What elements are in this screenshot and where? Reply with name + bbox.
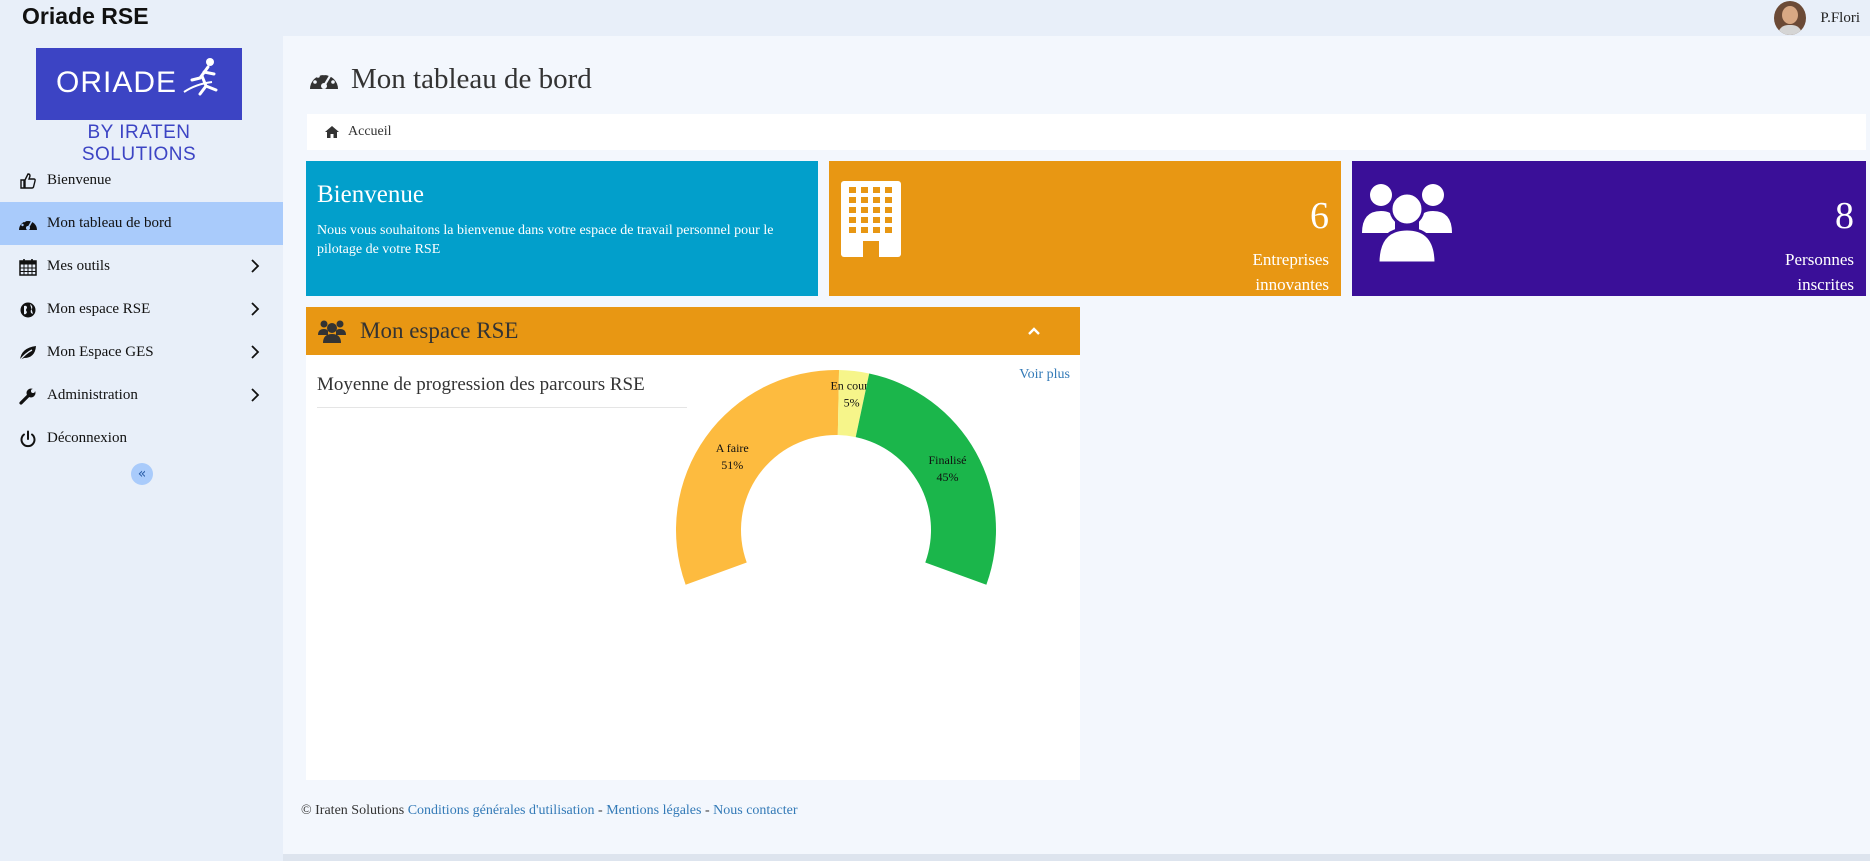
footer-link-cgu[interactable]: Conditions générales d'utilisation <box>408 803 595 818</box>
sidebar-nav: Bienvenue Mon tableau de bord Mes outils… <box>0 159 283 460</box>
rse-panel-title: Mon espace RSE <box>360 318 519 343</box>
companies-tile[interactable]: 6 Entreprises innovantes <box>829 161 1341 296</box>
people-tile[interactable]: 8 Personnes inscrites <box>1352 161 1866 296</box>
people-label-line1: Personnes <box>1785 250 1854 269</box>
runner-icon <box>183 58 218 96</box>
username[interactable]: P.Flori <box>1820 10 1860 27</box>
companies-label-line2: innovantes <box>1255 275 1329 294</box>
app-title: Oriade RSE <box>22 3 149 29</box>
main-content: Mon tableau de bord Accueil Bienvenue No… <box>283 36 1870 854</box>
globe-icon <box>18 300 38 320</box>
gauge-label-name: A faire <box>716 441 749 455</box>
logo-box: ORIADE <box>36 48 242 120</box>
welcome-tile: Bienvenue Nous vous souhaitons la bienve… <box>306 161 818 296</box>
sidebar-collapse-button[interactable]: « <box>131 463 153 485</box>
gauge-slice-0[interactable] <box>676 369 840 585</box>
people-label: Personnes inscrites <box>1785 247 1854 297</box>
people-count: 8 <box>1835 195 1854 237</box>
dashboard-icon <box>310 71 338 89</box>
rse-panel-header[interactable]: Mon espace RSE <box>306 307 1080 355</box>
people-label-line2: inscrites <box>1797 275 1854 294</box>
dashboard-icon <box>18 214 38 234</box>
avatar[interactable] <box>1774 1 1807 35</box>
chevron-right-icon <box>251 302 260 316</box>
gauge-label-name: Finalisé <box>929 453 967 467</box>
sidebar-item-espace-ges[interactable]: Mon Espace GES <box>0 331 283 374</box>
sidebar-item-label: Administration <box>47 387 138 403</box>
bottom-scrollbar <box>283 854 1870 861</box>
page-title-text: Mon tableau de bord <box>351 63 592 95</box>
welcome-title: Bienvenue <box>317 181 424 208</box>
chevron-up-icon[interactable] <box>1026 323 1042 339</box>
companies-count: 6 <box>1310 195 1329 237</box>
sidebar-item-espace-rse[interactable]: Mon espace RSE <box>0 288 283 331</box>
sidebar-item-tableau-de-bord[interactable]: Mon tableau de bord <box>0 202 283 245</box>
footer: © Iraten Solutions Conditions générales … <box>301 803 798 819</box>
home-icon <box>325 126 339 138</box>
building-icon <box>841 181 901 257</box>
sidebar: ORIADE BY IRATEN SOLUTIONS Bienvenue Mon… <box>0 36 283 861</box>
leaf-icon <box>18 343 38 363</box>
calendar-icon <box>18 257 38 277</box>
top-bar: Oriade RSE P.Flori <box>0 0 1870 36</box>
sidebar-item-label: Mon tableau de bord <box>47 215 172 231</box>
user-menu[interactable]: P.Flori <box>1774 1 1860 35</box>
chevron-right-icon <box>251 388 260 402</box>
companies-label: Entreprises innovantes <box>1253 247 1329 297</box>
sidebar-item-label: Mon Espace GES <box>47 344 154 360</box>
footer-link-contact[interactable]: Nous contacter <box>713 803 797 818</box>
footer-copyright: © Iraten Solutions <box>301 803 405 818</box>
rse-panel: Mon espace RSE Moyenne de progression de… <box>306 307 1080 780</box>
wrench-icon <box>18 386 38 406</box>
gauge-label-value: 45% <box>937 470 959 484</box>
page-title: Mon tableau de bord <box>309 63 592 96</box>
companies-label-line1: Entreprises <box>1252 250 1329 269</box>
footer-separator: - <box>701 803 714 818</box>
gauge-slice-2[interactable] <box>855 373 996 585</box>
breadcrumb: Accueil <box>307 114 1866 150</box>
footer-link-mentions[interactable]: Mentions légales <box>606 803 701 818</box>
sidebar-item-bienvenue[interactable]: Bienvenue <box>0 159 283 202</box>
thumbs-up-icon <box>18 171 38 191</box>
logo[interactable]: ORIADE BY IRATEN SOLUTIONS <box>36 48 242 165</box>
sidebar-item-label: Mes outils <box>47 258 110 274</box>
chevron-right-icon <box>251 259 260 273</box>
users-icon <box>318 320 346 343</box>
welcome-text: Nous vous souhaitons la bienvenue dans v… <box>317 223 774 257</box>
power-icon <box>18 429 38 449</box>
users-icon <box>1362 184 1452 263</box>
sidebar-item-label: Mon espace RSE <box>47 301 151 317</box>
gauge-label-value: 5% <box>844 395 860 409</box>
logo-word: ORIADE <box>56 66 178 99</box>
footer-separator: - <box>594 803 607 818</box>
breadcrumb-home[interactable]: Accueil <box>348 124 392 140</box>
sidebar-item-label: Déconnexion <box>47 430 127 446</box>
progress-gauge-chart: A faire51%En cours5%Finalisé45% <box>676 369 996 585</box>
sidebar-item-label: Bienvenue <box>47 172 112 188</box>
sidebar-item-administration[interactable]: Administration <box>0 374 283 417</box>
sidebar-item-mes-outils[interactable]: Mes outils <box>0 245 283 288</box>
sidebar-item-deconnexion[interactable]: Déconnexion <box>0 417 283 460</box>
gauge-label-value: 51% <box>721 458 743 472</box>
chevron-right-icon <box>251 345 260 359</box>
